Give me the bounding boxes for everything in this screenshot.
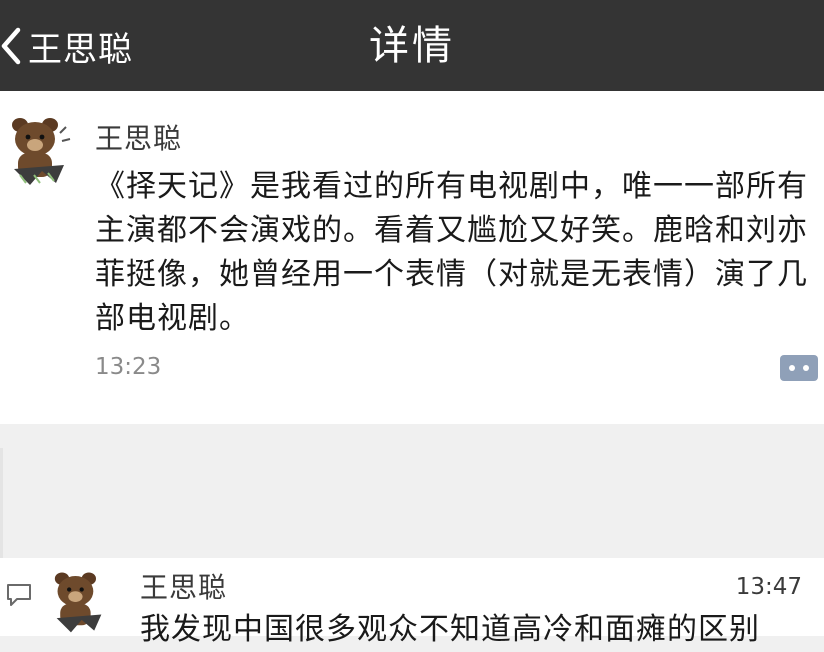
- comment-time: 13:47: [735, 574, 802, 600]
- comment-bubble-icon: [5, 582, 33, 612]
- post-content: 《择天记》是我看过的所有电视剧中，唯一一部所有主演都不会演戏的。看着又尴尬又好笑…: [95, 169, 808, 336]
- dot-icon: [803, 365, 809, 371]
- divider: [0, 448, 3, 558]
- bear-avatar-icon[interactable]: [48, 568, 110, 636]
- comment-item: 王思聪 13:47 我发现中国很多观众不知道高冷和面瘫的区别: [0, 558, 824, 647]
- dot-icon: [789, 365, 795, 371]
- page-title: 详情: [369, 23, 455, 69]
- more-dots-icon[interactable]: [780, 355, 818, 381]
- post-time: 13:23: [95, 354, 162, 380]
- navigation-bar: 王思聪 详情: [0, 0, 824, 91]
- bear-avatar-icon[interactable]: [6, 113, 72, 189]
- comment-author[interactable]: 王思聪: [140, 566, 227, 606]
- comment-content: 我发现中国很多观众不知道高冷和面瘫的区别: [140, 612, 760, 647]
- moment-post: 王思聪 《择天记》是我看过的所有电视剧中，唯一一部所有主演都不会演戏的。看着又尴…: [0, 91, 824, 424]
- post-author[interactable]: 王思聪: [95, 117, 182, 157]
